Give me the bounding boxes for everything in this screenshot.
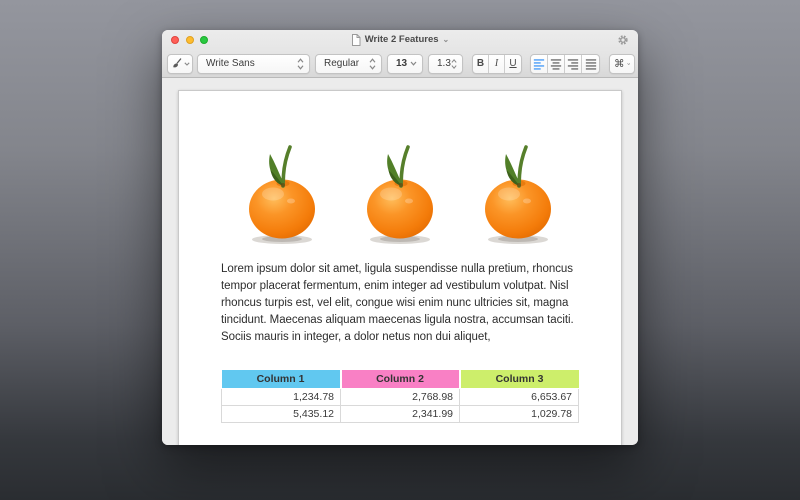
line-spacing-stepper[interactable]: 1.3 [428, 53, 463, 74]
font-size-select[interactable]: 13 [387, 53, 423, 74]
font-style-value: Regular [324, 58, 360, 69]
document-scroll-area[interactable]: Lorem ipsum dolor sit amet, ligula suspe… [162, 78, 638, 445]
document-proxy-icon [351, 33, 361, 46]
table-row: 1,234.78 2,768.98 6,653.67 [221, 387, 579, 406]
underline-button[interactable]: U [505, 55, 521, 73]
stepper-icon [451, 58, 457, 69]
titlebar[interactable]: Write 2 Features ⌄ [162, 30, 638, 49]
window-title: Write 2 Features [364, 34, 439, 45]
font-size-value: 13 [396, 58, 408, 69]
align-center-button[interactable] [548, 54, 565, 73]
gear-icon[interactable] [617, 34, 629, 46]
title-chevron-down-icon: ⌄ [442, 34, 450, 44]
chevron-down-icon [626, 62, 630, 65]
align-left-icon [533, 58, 545, 70]
text-style-group: B I U [472, 53, 522, 74]
tangerine-image[interactable] [246, 141, 318, 245]
table-cell[interactable]: 6,653.67 [459, 387, 579, 406]
tangerine-image[interactable] [364, 141, 436, 245]
window-chrome: Write 2 Features ⌄ Write Sans Regular 13… [162, 30, 638, 78]
align-justify-button[interactable] [582, 55, 599, 73]
table-cell[interactable]: 2,768.98 [340, 387, 460, 406]
table-header-cell[interactable]: Column 1 [221, 370, 341, 389]
table-row: 5,435.12 2,341.99 1,029.78 [221, 404, 579, 423]
toolbar: Write Sans Regular 13 1.3 B I U ⌘ [162, 49, 638, 78]
stepper-icon [297, 57, 304, 70]
align-right-button[interactable] [565, 54, 582, 73]
alignment-group [530, 53, 600, 74]
stepper-icon [369, 57, 376, 70]
body-paragraph[interactable]: Lorem ipsum dolor sit amet, ligula suspe… [221, 261, 579, 346]
document-page[interactable]: Lorem ipsum dolor sit amet, ligula suspe… [178, 90, 622, 445]
command-icon: ⌘ [614, 57, 625, 70]
align-left-button[interactable] [531, 54, 548, 73]
bold-button[interactable]: B [473, 54, 489, 73]
font-family-value: Write Sans [206, 58, 255, 69]
brush-icon [172, 58, 181, 68]
table-cell[interactable]: 2,341.99 [340, 404, 460, 423]
align-center-icon [550, 58, 562, 70]
line-spacing-value: 1.3 [437, 58, 451, 69]
table-cell[interactable]: 1,234.78 [221, 387, 341, 406]
window-title-group[interactable]: Write 2 Features ⌄ [162, 30, 638, 49]
italic-button[interactable]: I [489, 54, 505, 73]
data-table[interactable]: Column 1 Column 2 Column 3 1,234.78 2,76… [221, 370, 579, 423]
table-header-cell[interactable]: Column 2 [339, 370, 460, 389]
app-window: Write 2 Features ⌄ Write Sans Regular 13… [162, 30, 638, 445]
shortcuts-button[interactable]: ⌘ [609, 53, 635, 74]
font-style-select[interactable]: Regular [315, 53, 382, 74]
align-right-icon [567, 58, 579, 70]
images-row [221, 141, 579, 245]
table-header-cell[interactable]: Column 3 [458, 370, 579, 389]
table-cell[interactable]: 1,029.78 [459, 404, 579, 423]
chevron-down-icon [183, 61, 190, 66]
table-header-row: Column 1 Column 2 Column 3 [221, 370, 579, 389]
style-picker-button[interactable] [167, 53, 193, 74]
tangerine-image[interactable] [482, 141, 554, 245]
font-family-select[interactable]: Write Sans [197, 53, 310, 74]
align-justify-icon [585, 58, 596, 70]
chevron-down-icon [410, 61, 417, 66]
table-cell[interactable]: 5,435.12 [221, 404, 341, 423]
